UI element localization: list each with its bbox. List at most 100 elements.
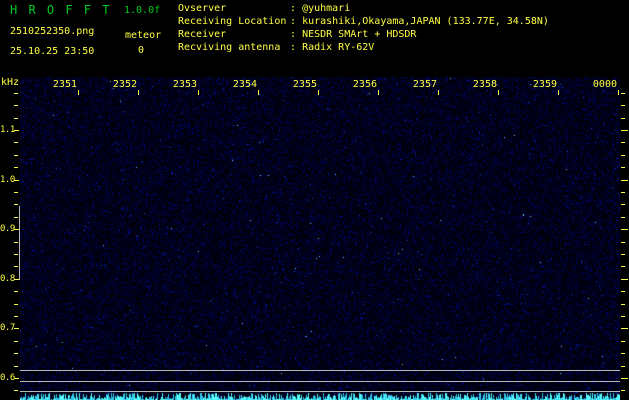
info-row-antenna: Recviving antenna: Radix RY-62V	[178, 41, 549, 54]
freq-minor-tick-left	[14, 118, 18, 119]
time-tick	[138, 90, 139, 95]
time-label: 2356	[352, 79, 377, 90]
freq-minor-tick-left	[14, 266, 18, 267]
freq-minor-tick-right	[621, 167, 625, 168]
output-filename: 2510252350.png	[10, 26, 95, 37]
time-tick	[258, 90, 259, 95]
freq-minor-tick-right	[621, 341, 625, 342]
time-tick	[438, 90, 439, 95]
freq-minor-tick-right	[621, 304, 625, 305]
freq-minor-tick-right	[621, 242, 625, 243]
freq-minor-tick-left	[14, 192, 18, 193]
freq-minor-tick-left	[14, 242, 18, 243]
freq-major-tick-right	[621, 279, 628, 280]
info-separator: :	[290, 16, 297, 27]
freq-label: 0.6	[0, 373, 15, 383]
freq-minor-tick-right	[621, 316, 625, 317]
time-label: 2359	[532, 79, 557, 90]
freq-minor-tick-left	[14, 254, 18, 255]
freq-minor-tick-right	[621, 266, 625, 267]
freq-major-tick-left	[14, 328, 19, 329]
info-label: Receiver	[178, 29, 227, 40]
freq-major-tick-right	[621, 130, 628, 131]
freq-minor-tick-right	[621, 217, 625, 218]
freq-major-tick-right	[621, 378, 628, 379]
freq-minor-tick-left	[14, 291, 18, 292]
time-tick	[198, 90, 199, 95]
freq-major-tick-left	[14, 378, 19, 379]
freq-minor-tick-right	[621, 192, 625, 193]
time-label: 2355	[292, 79, 317, 90]
reference-line-lower	[20, 391, 620, 392]
reference-line-upper	[20, 370, 620, 371]
band-marker	[19, 206, 20, 280]
time-label: 2351	[52, 79, 77, 90]
freq-minor-tick-left	[14, 341, 18, 342]
freq-minor-tick-left	[14, 204, 18, 205]
freq-minor-tick-right	[621, 291, 625, 292]
freq-minor-tick-left	[14, 304, 18, 305]
time-label: 2352	[112, 79, 137, 90]
info-row-receiver: Receiver: NESDR SMArt + HDSDR	[178, 28, 549, 41]
freq-major-tick-right	[621, 180, 628, 181]
info-row-location: Receiving Location: kurashiki,Okayama,JA…	[178, 15, 549, 28]
time-label: 2354	[232, 79, 257, 90]
info-value: Radix RY-62V	[302, 42, 375, 53]
freq-minor-tick-left	[14, 353, 18, 354]
freq-minor-tick-left	[14, 167, 18, 168]
time-tick	[78, 90, 79, 95]
freq-minor-tick-left	[14, 93, 18, 94]
app-version: 1.0.0f	[124, 5, 161, 16]
meteor-count-label: meteor	[125, 30, 162, 41]
reference-line-middle	[20, 381, 620, 382]
freq-minor-tick-left	[14, 366, 18, 367]
freq-major-tick-left	[14, 279, 19, 280]
observation-datetime: 25.10.25 23:50	[10, 46, 95, 57]
time-label: 2353	[172, 79, 197, 90]
info-value: NESDR SMArt + HDSDR	[302, 29, 417, 40]
time-label: 2358	[472, 79, 497, 90]
freq-minor-tick-left	[14, 105, 18, 106]
freq-minor-tick-left	[14, 316, 18, 317]
info-label: Recviving antenna	[178, 42, 281, 53]
time-label: 0000	[592, 79, 617, 90]
info-value: @yuhmari	[302, 3, 351, 14]
info-label: Ovserver	[178, 3, 227, 14]
freq-major-tick-left	[14, 180, 19, 181]
time-tick	[618, 90, 619, 95]
time-tick	[558, 90, 559, 95]
info-value: kurashiki,Okayama,JAPAN (133.77E, 34.58N…	[302, 16, 549, 27]
freq-minor-tick-right	[621, 155, 625, 156]
time-tick	[498, 90, 499, 95]
info-label: Receiving Location	[178, 16, 287, 27]
freq-minor-tick-left	[14, 142, 18, 143]
freq-axis-unit: kHz	[1, 77, 20, 88]
freq-minor-tick-right	[621, 204, 625, 205]
info-row-observer: Ovserver: @yuhmari	[178, 2, 549, 15]
freq-minor-tick-right	[621, 118, 625, 119]
freq-label: 0.7	[0, 323, 15, 333]
time-label: 2357	[412, 79, 437, 90]
freq-label: 0.9	[0, 224, 15, 234]
freq-minor-tick-right	[621, 142, 625, 143]
freq-minor-tick-right	[621, 353, 625, 354]
freq-minor-tick-right	[621, 390, 625, 391]
freq-label: 1.1	[0, 125, 15, 135]
hrofft-window: H R O F F T 1.0.0f 2510252350.png meteor…	[0, 0, 629, 400]
freq-minor-tick-left	[14, 155, 18, 156]
info-separator: :	[290, 3, 297, 14]
freq-minor-tick-left	[14, 217, 18, 218]
freq-minor-tick-left	[14, 390, 18, 391]
freq-label: 1.0	[0, 175, 15, 185]
info-separator: :	[290, 42, 297, 53]
spectrogram-canvas	[20, 77, 620, 400]
info-separator: :	[290, 29, 297, 40]
freq-minor-tick-right	[621, 254, 625, 255]
meteor-count-value: 0	[138, 45, 145, 56]
time-tick	[378, 90, 379, 95]
station-info: Ovserver: @yuhmari Receiving Location: k…	[178, 2, 549, 54]
freq-minor-tick-right	[621, 93, 625, 94]
freq-major-tick-left	[14, 229, 19, 230]
freq-major-tick-right	[621, 328, 628, 329]
freq-major-tick-left	[14, 130, 19, 131]
